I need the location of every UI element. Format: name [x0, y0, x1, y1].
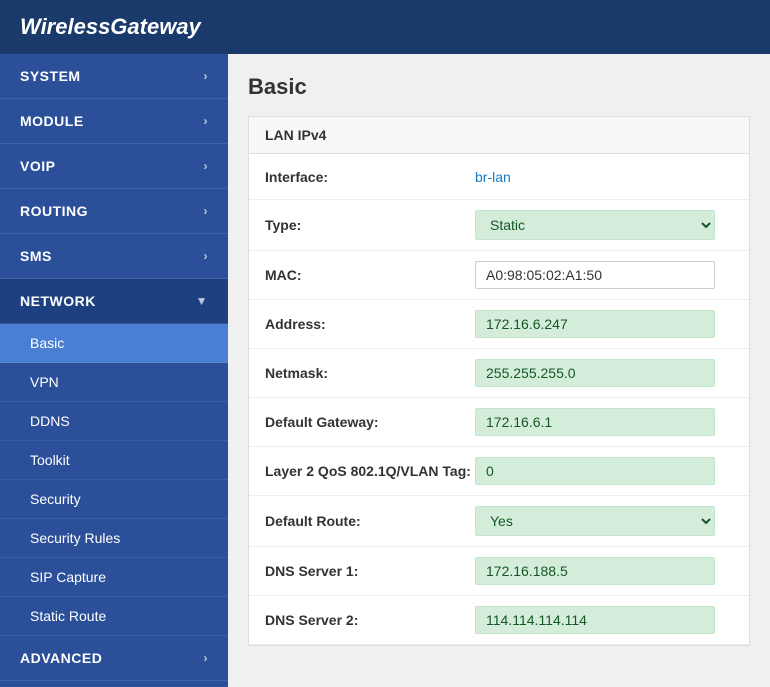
form-label-0: Interface: [265, 169, 475, 185]
form-label-6: Layer 2 QoS 802.1Q/VLAN Tag: [265, 463, 475, 479]
sidebar-sub-label-toolkit: Toolkit [30, 452, 70, 468]
form-rows: Interface:br-lanType:StaticDHCPMAC:Addre… [249, 154, 749, 645]
sidebar-sub-label-vpn: VPN [30, 374, 59, 390]
sidebar-sub-item-toolkit[interactable]: Toolkit [0, 441, 228, 480]
sidebar-item-network[interactable]: NETWORK ▼ [0, 279, 228, 324]
chevron-icon-network: ▼ [196, 294, 208, 308]
chevron-icon-voip: › [204, 159, 209, 173]
chevron-icon-routing: › [204, 204, 209, 218]
sidebar-sub-item-basic[interactable]: Basic [0, 324, 228, 363]
input-8[interactable] [475, 557, 715, 585]
app-title: WirelessGateway [20, 14, 201, 39]
app-header: WirelessGateway [0, 0, 770, 54]
form-value-3[interactable] [475, 310, 733, 338]
sidebar-sub-items: Basic VPN DDNS Toolkit Security Security Rule… [0, 324, 228, 636]
main-card: LAN IPv4 Interface:br-lanType:StaticDHCP… [248, 116, 750, 646]
form-row-9: DNS Server 2: [249, 596, 749, 645]
form-value-9[interactable] [475, 606, 733, 634]
form-value-6[interactable] [475, 457, 733, 485]
sidebar-sub-item-sip-capture[interactable]: SIP Capture [0, 558, 228, 597]
form-label-8: DNS Server 1: [265, 563, 475, 579]
form-row-1: Type:StaticDHCP [249, 200, 749, 251]
sidebar-bottom-items: ADVANCED › [0, 636, 228, 681]
sidebar-label-advanced: ADVANCED [20, 650, 102, 666]
sidebar-sub-label-security-rules: Security Rules [30, 530, 120, 546]
form-row-5: Default Gateway: [249, 398, 749, 447]
form-row-4: Netmask: [249, 349, 749, 398]
sidebar-item-system[interactable]: SYSTEM › [0, 54, 228, 99]
form-label-7: Default Route: [265, 513, 475, 529]
main-layout: SYSTEM ›MODULE ›VOIP ›ROUTING ›SMS ›NETW… [0, 54, 770, 687]
sidebar-sub-label-sip-capture: SIP Capture [30, 569, 106, 585]
content-area: Basic LAN IPv4 Interface:br-lanType:Stat… [228, 54, 770, 687]
chevron-icon-sms: › [204, 249, 209, 263]
page-title: Basic [248, 74, 750, 100]
sidebar-top-items: SYSTEM ›MODULE ›VOIP ›ROUTING ›SMS ›NETW… [0, 54, 228, 324]
sidebar-item-sms[interactable]: SMS › [0, 234, 228, 279]
input-4[interactable] [475, 359, 715, 387]
sidebar-item-advanced[interactable]: ADVANCED › [0, 636, 228, 681]
form-row-6: Layer 2 QoS 802.1Q/VLAN Tag: [249, 447, 749, 496]
form-label-3: Address: [265, 316, 475, 332]
sidebar: SYSTEM ›MODULE ›VOIP ›ROUTING ›SMS ›NETW… [0, 54, 228, 687]
chevron-icon-system: › [204, 69, 209, 83]
section-header: LAN IPv4 [249, 117, 749, 154]
form-row-7: Default Route:YesNo [249, 496, 749, 547]
sidebar-sub-item-ddns[interactable]: DDNS [0, 402, 228, 441]
select-1[interactable]: StaticDHCP [475, 210, 715, 240]
sidebar-sub-item-vpn[interactable]: VPN [0, 363, 228, 402]
sidebar-label-module: MODULE [20, 113, 84, 129]
form-label-4: Netmask: [265, 365, 475, 381]
sidebar-item-voip[interactable]: VOIP › [0, 144, 228, 189]
input-9[interactable] [475, 606, 715, 634]
form-label-9: DNS Server 2: [265, 612, 475, 628]
form-value-8[interactable] [475, 557, 733, 585]
form-value-5[interactable] [475, 408, 733, 436]
chevron-icon-module: › [204, 114, 209, 128]
sidebar-label-network: NETWORK [20, 293, 96, 309]
form-value-1[interactable]: StaticDHCP [475, 210, 733, 240]
form-row-8: DNS Server 1: [249, 547, 749, 596]
sidebar-label-sms: SMS [20, 248, 52, 264]
form-value-4[interactable] [475, 359, 733, 387]
form-label-5: Default Gateway: [265, 414, 475, 430]
sidebar-label-voip: VOIP [20, 158, 55, 174]
form-row-0: Interface:br-lan [249, 154, 749, 200]
input-2[interactable] [475, 261, 715, 289]
form-label-1: Type: [265, 217, 475, 233]
sidebar-sub-label-basic: Basic [30, 335, 64, 351]
form-value-7[interactable]: YesNo [475, 506, 733, 536]
sidebar-sub-item-security-rules[interactable]: Security Rules [0, 519, 228, 558]
sidebar-sub-item-security[interactable]: Security [0, 480, 228, 519]
sidebar-sub-label-static-route: Static Route [30, 608, 106, 624]
input-6[interactable] [475, 457, 715, 485]
sidebar-label-routing: ROUTING [20, 203, 88, 219]
sidebar-label-system: SYSTEM [20, 68, 81, 84]
input-5[interactable] [475, 408, 715, 436]
chevron-icon-advanced: › [204, 651, 209, 665]
input-3[interactable] [475, 310, 715, 338]
sidebar-sub-item-static-route[interactable]: Static Route [0, 597, 228, 636]
form-value-2[interactable] [475, 261, 733, 289]
form-label-2: MAC: [265, 267, 475, 283]
form-value-0[interactable]: br-lan [475, 169, 733, 185]
sidebar-item-module[interactable]: MODULE › [0, 99, 228, 144]
form-row-3: Address: [249, 300, 749, 349]
sidebar-sub-label-ddns: DDNS [30, 413, 70, 429]
sidebar-item-routing[interactable]: ROUTING › [0, 189, 228, 234]
form-row-2: MAC: [249, 251, 749, 300]
sidebar-sub-label-security: Security [30, 491, 81, 507]
select-7[interactable]: YesNo [475, 506, 715, 536]
